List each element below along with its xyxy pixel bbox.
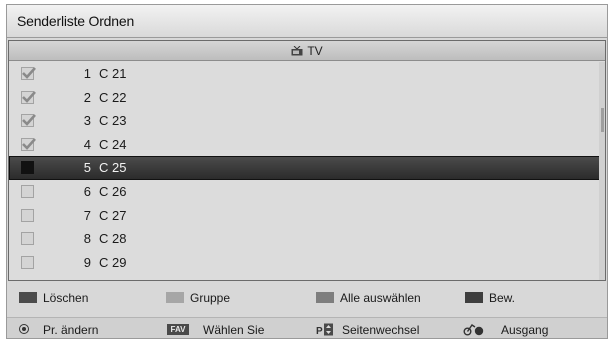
channel-checkbox[interactable] — [21, 232, 34, 246]
checkmark-icon — [22, 90, 36, 103]
channel-checkbox[interactable] — [21, 255, 34, 269]
scrollbar[interactable] — [599, 62, 605, 280]
channel-name: C 26 — [99, 183, 127, 199]
channel-row[interactable]: 3 C 23 — [9, 109, 605, 133]
page-title: Senderliste Ordnen — [17, 13, 135, 29]
tv-icon — [291, 46, 303, 56]
color-key-swatch — [316, 292, 334, 303]
channel-number: 3 — [83, 113, 91, 129]
checkmark-icon — [22, 67, 36, 79]
channel-checkbox[interactable] — [21, 184, 34, 198]
channel-row[interactable]: 2 C 22 — [9, 86, 605, 110]
choose-label: Wählen Sie — [203, 323, 265, 337]
checkmark-icon — [22, 137, 36, 150]
channel-checkbox[interactable] — [21, 67, 36, 80]
exit-icon — [463, 323, 485, 336]
channel-row[interactable]: 8 C 28 — [9, 227, 605, 251]
channel-number: 7 — [83, 207, 91, 223]
color-key-legend: Löschen Gruppe Alle auswählen Bew. — [7, 285, 607, 311]
color-key-swatch — [465, 292, 483, 303]
color-key-swatch — [19, 292, 37, 303]
channel-row[interactable]: 4 C 24 — [9, 133, 605, 157]
channel-checkbox[interactable] — [21, 114, 36, 128]
color-key-swatch — [166, 292, 184, 303]
page-updown-icon: P — [316, 323, 336, 337]
channel-name: C 21 — [99, 66, 127, 81]
list-header-label: TV — [307, 44, 323, 58]
channel-row[interactable]: 9 C 29 — [9, 251, 605, 275]
select-all-label: Alle auswählen — [340, 291, 421, 305]
change-label: Pr. ändern — [43, 323, 99, 337]
channel-number: 9 — [83, 254, 91, 270]
channel-name: C 22 — [99, 89, 127, 105]
channel-name: C 23 — [99, 113, 127, 129]
page-change-label: Seitenwechsel — [342, 323, 420, 337]
fav-icon: FAV — [167, 324, 189, 335]
scrollbar-thumb[interactable] — [601, 108, 604, 132]
channel-number: 2 — [83, 89, 91, 105]
channel-name: C 27 — [99, 207, 127, 223]
channel-name: C 25 — [99, 160, 127, 176]
move-label: Bew. — [489, 291, 516, 305]
channel-row[interactable]: 7 C 27 — [9, 204, 605, 228]
function-key-legend: Pr. ändern FAV Wählen Sie P Seitenwechse… — [7, 317, 607, 338]
channel-number: 5 — [83, 160, 91, 176]
channel-list: TV 1 C 21 2 C 22 3 C 23 4 C 24 5 C 25 6 C 26 7 C 27 8 C… — [8, 40, 606, 281]
channel-number: 1 — [83, 66, 91, 81]
channel-number: 8 — [83, 231, 91, 247]
channel-row[interactable]: 6 C 26 — [9, 180, 605, 204]
ok-icon — [19, 324, 29, 334]
delete-label: Löschen — [43, 291, 89, 305]
group-label: Gruppe — [190, 291, 231, 305]
title-bar: Senderliste Ordnen — [7, 5, 607, 38]
exit-label: Ausgang — [501, 323, 549, 337]
channel-checkbox[interactable] — [21, 208, 34, 222]
channel-row[interactable]: 5 C 25 — [9, 156, 605, 180]
channel-number: 6 — [83, 183, 91, 199]
channel-row[interactable]: 1 C 21 — [9, 62, 605, 86]
channel-checkbox[interactable] — [21, 137, 36, 151]
channel-rows: 1 C 21 2 C 22 3 C 23 4 C 24 5 C 25 6 C 26 7 C 27 8 C 28… — [9, 62, 605, 274]
channel-name: C 24 — [99, 136, 127, 152]
channel-checkbox[interactable] — [21, 90, 36, 104]
channel-number: 4 — [83, 136, 91, 152]
channel-name: C 29 — [99, 254, 127, 270]
checkmark-icon — [22, 114, 36, 127]
svg-text:P: P — [316, 326, 323, 336]
list-header: TV — [9, 41, 605, 61]
channel-list-panel: Senderliste Ordnen TV 1 C 21 2 C 22 3 C 23 4 C … — [6, 4, 608, 339]
channel-checkbox[interactable] — [21, 161, 34, 175]
channel-name: C 28 — [99, 231, 127, 247]
